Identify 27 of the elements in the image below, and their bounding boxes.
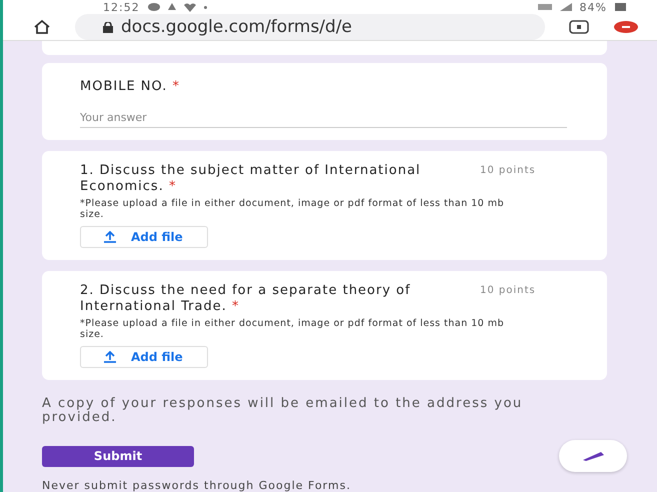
- submit-button[interactable]: Submit: [42, 446, 194, 466]
- tabs-icon[interactable]: [569, 20, 589, 34]
- field-label: MOBILE NO. *: [80, 79, 181, 94]
- dot-icon: [204, 6, 207, 8]
- address-bar[interactable]: docs.google.com/forms/d/e: [75, 14, 545, 40]
- battery-icon: [615, 3, 627, 11]
- question-note: *Please upload a file in either document, image or pdf format of less than 10 mb size.: [80, 198, 506, 220]
- home-icon[interactable]: [33, 19, 51, 35]
- heart-icon: [184, 2, 196, 12]
- footer-text: Never submit passwords through Google Forms.: [42, 479, 352, 492]
- upload-icon: [103, 231, 117, 243]
- menu-icon[interactable]: [613, 20, 639, 34]
- question-title: 2. Discuss the need for a separate theory of International Trade. *: [80, 283, 412, 315]
- signal-icon: [560, 3, 572, 11]
- status-time: 12:52: [103, 0, 140, 14]
- url-text: docs.google.com/forms/d/e: [121, 17, 352, 37]
- question-note: *Please upload a file in either document, image or pdf format of less than 10 mb size.: [80, 318, 506, 340]
- edit-button[interactable]: [559, 440, 627, 472]
- question-title: 1. Discuss the subject matter of International Economics. *: [80, 163, 422, 195]
- lock-icon: [103, 22, 113, 32]
- points-label: 10 points: [480, 165, 536, 176]
- confirmation-text: A copy of your responses will be emailed to the address you provided.: [42, 397, 524, 425]
- add-file-button[interactable]: Add file: [80, 346, 208, 368]
- upload-icon: [103, 351, 117, 363]
- add-file-button[interactable]: Add file: [80, 226, 208, 248]
- points-label: 10 points: [480, 285, 536, 296]
- battery-percent: 84%: [580, 0, 607, 14]
